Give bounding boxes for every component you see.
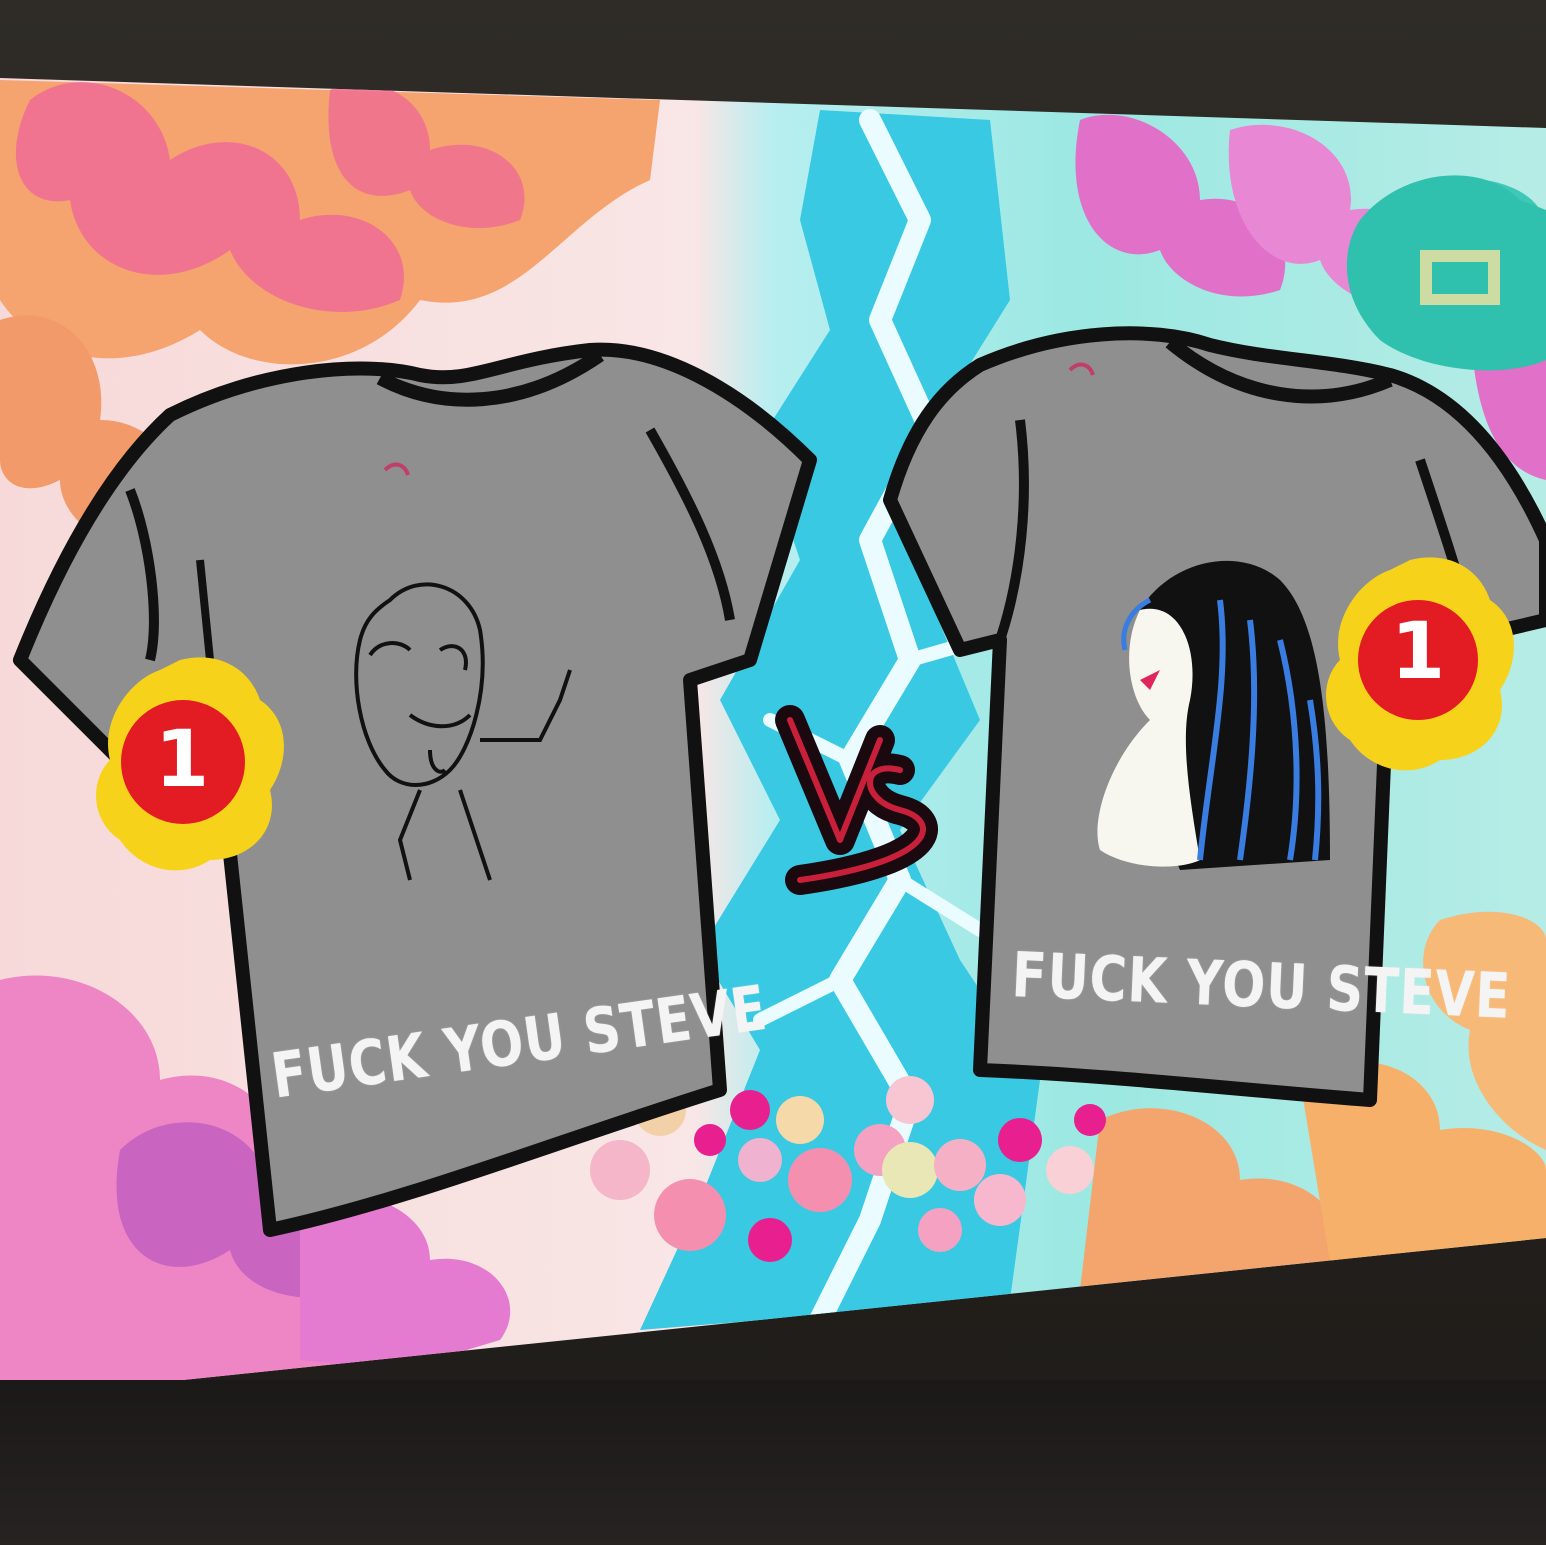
- right-vote-count: 1: [1390, 607, 1446, 697]
- game-stage: FUCK YOU STEVE FUCK YOU STEVE 1 1: [0, 0, 1546, 1545]
- game-logo-badge: [1346, 175, 1546, 371]
- tv-stand: [0, 1380, 1546, 1545]
- left-vote-count: 1: [154, 715, 210, 805]
